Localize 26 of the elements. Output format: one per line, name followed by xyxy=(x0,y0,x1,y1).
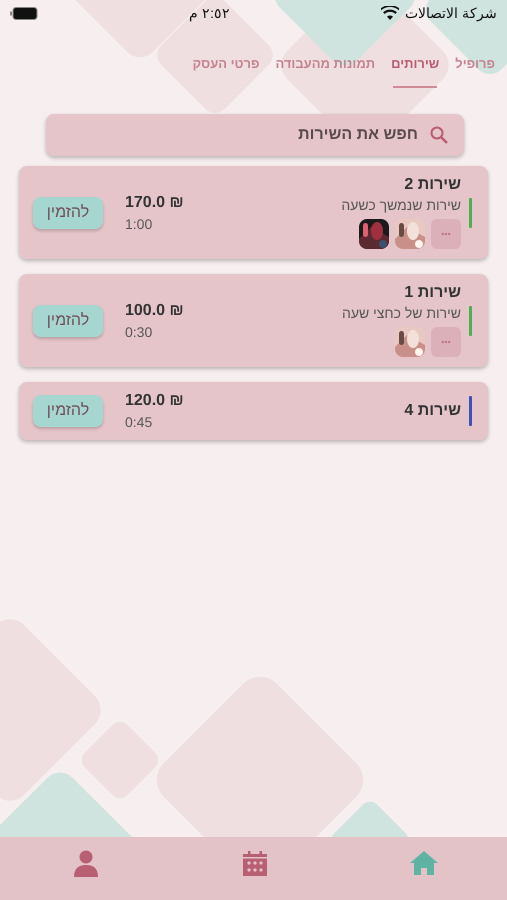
clock-time: ٢:٥٢ م xyxy=(189,5,230,21)
service-name: שירות 2 xyxy=(403,176,461,194)
service-price: 120.0 ₪ xyxy=(125,392,185,410)
service-description: שירות של כחצי שעה xyxy=(340,305,461,321)
tab[interactable]: פרופיל xyxy=(455,54,495,90)
search-field[interactable]: חפש את השירות xyxy=(46,114,464,156)
battery-icon xyxy=(10,6,38,20)
tab[interactable]: פרטי העסק xyxy=(192,54,260,90)
service-name: שירות 1 xyxy=(403,284,461,302)
service-duration: 0:30 xyxy=(125,324,154,340)
book-button[interactable]: להזמין xyxy=(33,196,103,228)
search-icon xyxy=(430,126,448,144)
more-button[interactable]: ••• xyxy=(431,327,461,357)
service-duration: 0:45 xyxy=(125,414,154,430)
service-name: שירות 4 xyxy=(403,402,461,420)
book-button[interactable]: להזמין xyxy=(33,304,103,336)
book-button[interactable]: להזמין xyxy=(33,395,103,427)
wifi-icon xyxy=(381,6,400,20)
tab[interactable]: תמונות מהעבודה xyxy=(275,54,376,90)
service-description: שירות שנמשך כשעה xyxy=(340,197,461,213)
service-price: 100.0 ₪ xyxy=(125,302,185,320)
service-price: 170.0 ₪ xyxy=(125,194,185,212)
more-button[interactable]: ••• xyxy=(431,219,461,249)
service-duration: 1:00 xyxy=(125,216,154,232)
carrier-name: شركة الاتصالات xyxy=(405,5,497,21)
tab[interactable]: שירותים xyxy=(391,54,440,90)
